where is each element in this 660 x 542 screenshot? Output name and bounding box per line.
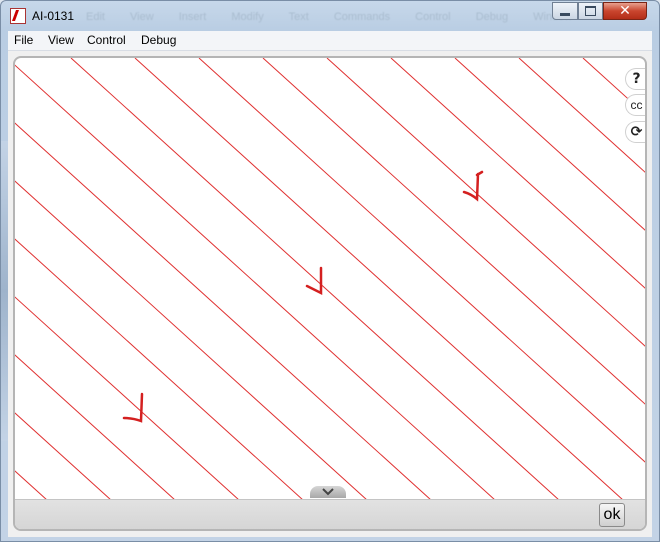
title-bar[interactable]: AI-0131 Edit View Insert Modify Text Com… xyxy=(1,1,659,31)
hatch-line xyxy=(15,470,80,529)
app-icon xyxy=(10,8,26,24)
ghost-menu-item: Insert xyxy=(178,11,207,23)
help-icon: ? xyxy=(632,71,641,87)
help-button[interactable]: ? xyxy=(625,68,645,90)
client-area: ? cc ⟳ ok xyxy=(8,51,652,537)
close-icon: ✕ xyxy=(619,3,631,19)
app-window: AI-0131 Edit View Insert Modify Text Com… xyxy=(0,0,660,542)
maximize-icon xyxy=(585,6,596,16)
chevron-down-icon xyxy=(322,488,334,496)
hatch-line xyxy=(70,58,592,529)
hatch-line xyxy=(15,412,144,529)
bottom-toolbar xyxy=(15,499,645,529)
hatch-line xyxy=(15,64,528,529)
hatch-line xyxy=(454,58,645,231)
hatch-line xyxy=(15,354,208,529)
menu-control[interactable]: Control xyxy=(87,33,126,47)
hatch-line xyxy=(15,122,464,529)
ghost-menu-item: Edit xyxy=(86,11,105,23)
background-menu-ghost: Edit View Insert Modify Text Commands Co… xyxy=(86,11,594,23)
maximize-button[interactable] xyxy=(578,2,603,20)
minimize-button[interactable] xyxy=(552,2,578,20)
ghost-menu-item: Debug xyxy=(475,11,509,23)
hatch-line xyxy=(198,58,645,463)
diagonal-hatch-lines xyxy=(15,58,645,529)
menu-debug[interactable]: Debug xyxy=(141,33,176,47)
menu-view[interactable]: View xyxy=(48,33,74,47)
hatch-line xyxy=(134,58,645,521)
closed-captions-button[interactable]: cc xyxy=(625,94,645,116)
window-frame-shade xyxy=(1,141,8,441)
content-stage: ? cc ⟳ ok xyxy=(13,56,647,531)
menu-file[interactable]: File xyxy=(14,33,33,47)
ok-button[interactable]: ok xyxy=(599,503,625,527)
close-button[interactable]: ✕ xyxy=(603,2,647,20)
ghost-menu-item: Modify xyxy=(231,11,264,23)
minimize-icon xyxy=(560,12,570,16)
ghost-menu-item: Commands xyxy=(333,11,391,23)
hatch-line xyxy=(15,296,272,529)
expand-drawer-tab[interactable] xyxy=(310,486,346,498)
hatch-line xyxy=(390,58,645,289)
ghost-menu-item: Control xyxy=(415,11,451,23)
ghost-menu-item: Text xyxy=(288,11,309,23)
hatch-line xyxy=(15,238,336,529)
menu-bar: File View Control Debug xyxy=(8,31,652,51)
refresh-icon: ⟳ xyxy=(630,124,643,140)
cc-icon: cc xyxy=(630,98,643,112)
ghost-menu-item: View xyxy=(130,11,154,23)
reset-button[interactable]: ⟳ xyxy=(625,121,645,143)
window-title: AI-0131 xyxy=(32,9,75,23)
